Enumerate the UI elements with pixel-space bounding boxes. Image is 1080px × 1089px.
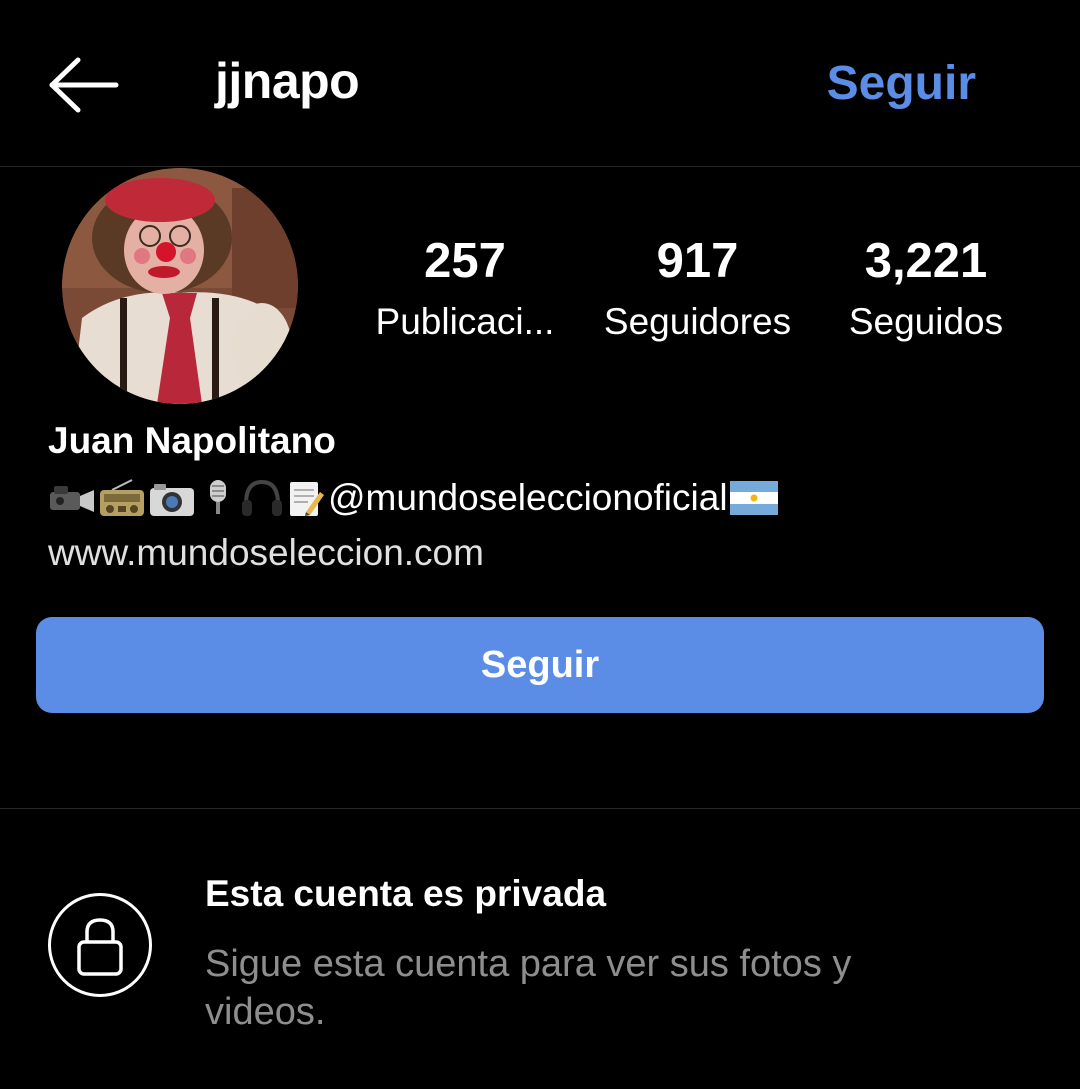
- headphones-icon: [242, 479, 282, 516]
- posts-count: 257: [424, 234, 506, 288]
- profile-avatar-photo: [62, 168, 298, 404]
- memo-icon: [290, 482, 324, 516]
- profile-username: jjnapo: [215, 53, 360, 109]
- private-account-badge: [48, 893, 152, 997]
- bio-emojis: [48, 478, 326, 518]
- lock-icon: [77, 918, 123, 976]
- bio: @mundoseleccionoficial: [48, 474, 778, 522]
- arrow-left-icon: [49, 57, 119, 113]
- video-camera-icon: [50, 486, 94, 512]
- microphone-icon: [210, 480, 226, 514]
- private-account-title: Esta cuenta es privada: [205, 873, 607, 914]
- follow-button[interactable]: Seguir: [36, 617, 1044, 713]
- camera-icon: [150, 484, 194, 516]
- stat-posts[interactable]: 257 Publicaci...: [365, 230, 565, 346]
- following-label: Seguidos: [848, 301, 1004, 342]
- stat-followers[interactable]: 917 Seguidores: [590, 230, 805, 346]
- followers-label: Seguidores: [603, 301, 792, 342]
- private-account-description: Sigue esta cuenta para ver sus fotos y v…: [205, 943, 852, 1033]
- argentina-flag-icon: [729, 481, 778, 515]
- stat-following[interactable]: 3,221 Seguidos: [826, 230, 1026, 346]
- profile-page: jjnapo Seguir 257 Publicaci... 917 Segui…: [0, 0, 1080, 1089]
- radio-icon: [100, 479, 144, 516]
- avatar[interactable]: [62, 168, 298, 404]
- website-link[interactable]: www.mundoseleccion.com: [48, 532, 484, 574]
- followers-count: 917: [656, 234, 739, 288]
- back-button[interactable]: [44, 50, 124, 120]
- posts-label: Publicaci...: [375, 301, 555, 342]
- bio-mention-link[interactable]: @mundoseleccionoficial: [328, 477, 728, 519]
- display-name: Juan Napolitano: [48, 420, 336, 461]
- header-follow-button[interactable]: Seguir: [827, 56, 976, 111]
- profile-stats: 257 Publicaci... 917 Seguidores 3,221 Se…: [350, 230, 1050, 360]
- following-count: 3,221: [864, 234, 988, 288]
- section-divider: [0, 808, 1080, 809]
- top-bar: jjnapo Seguir: [0, 0, 1080, 167]
